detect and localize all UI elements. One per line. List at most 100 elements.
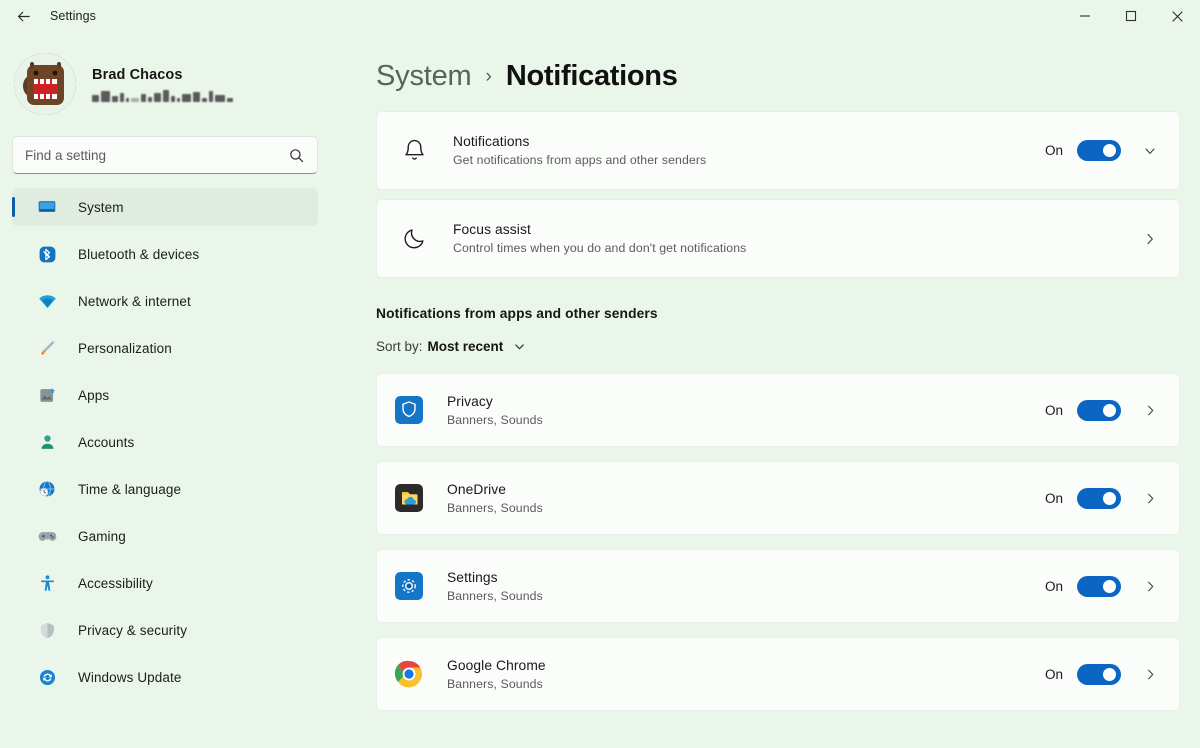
sidebar-item-label: Windows Update — [78, 670, 181, 685]
avatar — [14, 53, 76, 115]
app-toggle[interactable] — [1077, 664, 1121, 685]
minimize-icon — [1079, 10, 1091, 22]
sort-label: Sort by: — [376, 339, 423, 354]
search-box[interactable] — [12, 136, 318, 174]
account-card[interactable]: Brad Chacos — [0, 32, 330, 118]
page-title: Notifications — [506, 60, 678, 93]
onedrive-app-icon — [395, 484, 423, 512]
app-row-settings[interactable]: Settings Banners, Sounds On — [376, 549, 1180, 623]
app-detail: Banners, Sounds — [447, 677, 1045, 691]
toggle-state-label: On — [1045, 491, 1063, 506]
chevron-down-icon[interactable] — [1135, 136, 1165, 166]
gamepad-icon — [36, 525, 58, 547]
close-button[interactable] — [1154, 0, 1200, 32]
app-row-privacy[interactable]: Privacy Banners, Sounds On — [376, 373, 1180, 447]
main-content: System › Notifications Notifications Get… — [342, 32, 1200, 748]
app-notifications-list: Privacy Banners, Sounds On OneDrive — [376, 373, 1180, 711]
app-row-text: Google Chrome Banners, Sounds — [447, 658, 1045, 691]
setting-card-controls — [1135, 224, 1165, 254]
minimize-button[interactable] — [1062, 0, 1108, 32]
sidebar-item-accessibility[interactable]: Accessibility — [12, 564, 318, 602]
toggle-knob — [1103, 404, 1116, 417]
sidebar-item-label: System — [78, 200, 124, 215]
app-toggle[interactable] — [1077, 400, 1121, 421]
sidebar-item-bluetooth-devices[interactable]: Bluetooth & devices — [12, 235, 318, 273]
chevron-right-icon[interactable] — [1135, 659, 1165, 689]
sort-control[interactable]: Sort by: Most recent — [376, 333, 1180, 359]
notifications-toggle[interactable] — [1077, 140, 1121, 161]
sidebar-item-label: Time & language — [78, 482, 181, 497]
setting-card-title: Focus assist — [453, 222, 1135, 237]
sidebar-item-label: Network & internet — [78, 294, 191, 309]
maximize-icon — [1125, 10, 1137, 22]
account-name: Brad Chacos — [92, 67, 240, 83]
sidebar-item-windows-update[interactable]: Windows Update — [12, 658, 318, 696]
app-row-controls: On — [1045, 659, 1165, 689]
app-row-onedrive[interactable]: OneDrive Banners, Sounds On — [376, 461, 1180, 535]
chevron-right-icon[interactable] — [1135, 224, 1165, 254]
update-icon — [36, 666, 58, 688]
sidebar-item-gaming[interactable]: Gaming — [12, 517, 318, 555]
app-row-controls: On — [1045, 483, 1165, 513]
app-toggle[interactable] — [1077, 576, 1121, 597]
window-title: Settings — [50, 9, 96, 23]
toggle-knob — [1103, 580, 1116, 593]
settings-app-icon — [395, 572, 423, 600]
chrome-app-icon — [395, 660, 423, 688]
apps-icon — [36, 384, 58, 406]
search-icon[interactable] — [288, 147, 305, 164]
app-row-controls: On — [1045, 395, 1165, 425]
search-input[interactable] — [25, 148, 288, 163]
arrow-left-icon — [15, 8, 32, 25]
setting-card-subtitle: Control times when you do and don't get … — [453, 241, 1135, 255]
sidebar-item-system[interactable]: System — [12, 188, 318, 226]
app-name: Privacy — [447, 394, 1045, 409]
window-controls — [1062, 0, 1200, 32]
account-meta: Brad Chacos — [92, 67, 240, 102]
accessibility-icon — [36, 572, 58, 594]
moon-icon — [399, 224, 429, 254]
sidebar-item-network-internet[interactable]: Network & internet — [12, 282, 318, 320]
chevron-right-icon[interactable] — [1135, 483, 1165, 513]
title-bar: Settings — [0, 0, 1200, 32]
app-detail: Banners, Sounds — [447, 589, 1045, 603]
domo-avatar-icon — [14, 53, 76, 115]
back-button[interactable] — [6, 1, 40, 31]
sidebar-item-personalization[interactable]: Personalization — [12, 329, 318, 367]
toggle-knob — [1103, 492, 1116, 505]
close-icon — [1171, 10, 1184, 23]
chevron-down-icon[interactable] — [512, 339, 527, 354]
chevron-right-icon[interactable] — [1135, 571, 1165, 601]
toggle-state-label: On — [1045, 667, 1063, 682]
toggle-state-label: On — [1045, 579, 1063, 594]
chevron-right-icon[interactable] — [1135, 395, 1165, 425]
app-row-text: OneDrive Banners, Sounds — [447, 482, 1045, 515]
person-icon — [36, 431, 58, 453]
sidebar-item-privacy-security[interactable]: Privacy & security — [12, 611, 318, 649]
sidebar-item-time-language[interactable]: Time & language — [12, 470, 318, 508]
breadcrumb-separator: › — [486, 66, 492, 88]
toggle-knob — [1103, 144, 1116, 157]
sidebar-item-label: Gaming — [78, 529, 126, 544]
toggle-state-label: On — [1045, 403, 1063, 418]
sidebar: Brad Chacos — [0, 32, 342, 748]
setting-card-title: Notifications — [453, 134, 1045, 149]
breadcrumb-parent[interactable]: System — [376, 60, 472, 93]
sidebar-item-label: Accessibility — [78, 576, 153, 591]
monitor-icon — [36, 196, 58, 218]
app-row-text: Privacy Banners, Sounds — [447, 394, 1045, 427]
setting-card-text: Notifications Get notifications from app… — [453, 134, 1045, 167]
apps-section-heading: Notifications from apps and other sender… — [376, 306, 1180, 321]
maximize-button[interactable] — [1108, 0, 1154, 32]
app-name: OneDrive — [447, 482, 1045, 497]
setting-card-notifications[interactable]: Notifications Get notifications from app… — [376, 111, 1180, 190]
sidebar-item-apps[interactable]: Apps — [12, 376, 318, 414]
globe-clock-icon — [36, 478, 58, 500]
sidebar-item-accounts[interactable]: Accounts — [12, 423, 318, 461]
setting-card-focus-assist[interactable]: Focus assist Control times when you do a… — [376, 199, 1180, 278]
app-row-google-chrome[interactable]: Google Chrome Banners, Sounds On — [376, 637, 1180, 711]
account-email-redacted — [92, 89, 240, 102]
toggle-state-label: On — [1045, 143, 1063, 158]
app-detail: Banners, Sounds — [447, 413, 1045, 427]
app-toggle[interactable] — [1077, 488, 1121, 509]
